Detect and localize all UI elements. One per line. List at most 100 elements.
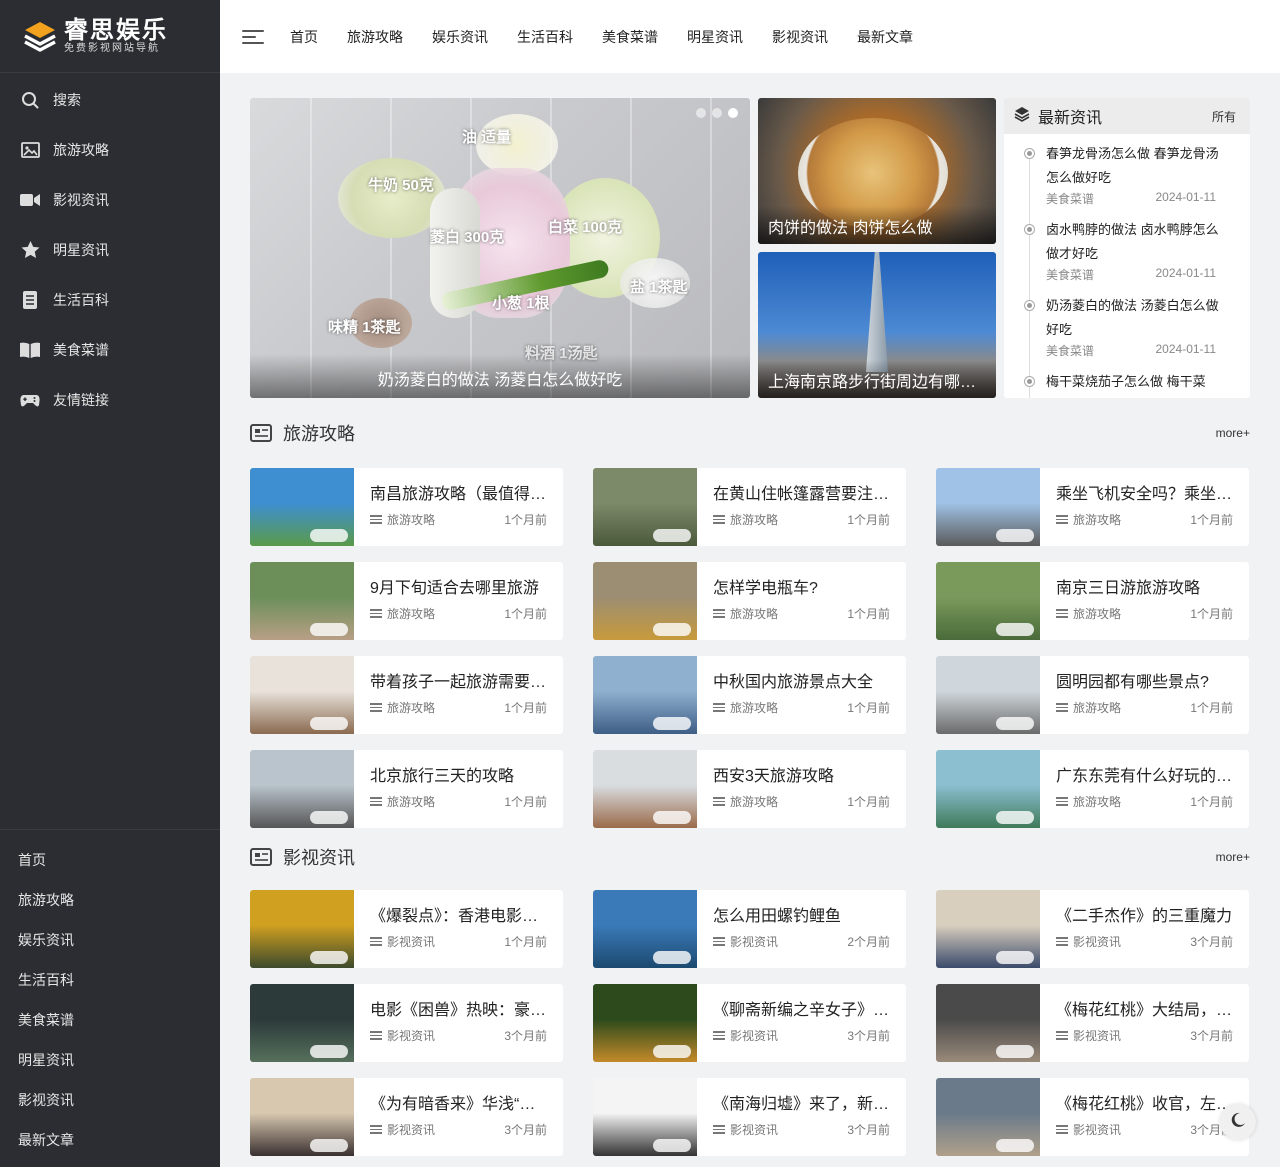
more-link[interactable]: more+ bbox=[1216, 850, 1250, 864]
menu-toggle-icon[interactable] bbox=[242, 26, 264, 48]
list-item[interactable]: 梅干菜烧茄子怎么做 梅干菜 bbox=[1018, 370, 1250, 398]
article-thumbnail[interactable] bbox=[936, 750, 1040, 828]
article-thumbnail[interactable] bbox=[936, 1078, 1040, 1156]
article-card[interactable]: 中秋国内旅游景点大全 旅游攻略 1个月前 bbox=[593, 656, 906, 734]
article-thumbnail[interactable] bbox=[936, 984, 1040, 1062]
article-thumbnail[interactable] bbox=[936, 468, 1040, 546]
feature-card-meat-pie[interactable]: 肉饼的做法 肉饼怎么做 bbox=[758, 98, 996, 244]
article-card[interactable]: 带着孩子一起旅游需要注意什么旅游攻略 1个月前 bbox=[250, 656, 563, 734]
article-card[interactable]: 北京旅行三天的攻略 旅游攻略 1个月前 bbox=[250, 750, 563, 828]
article-title[interactable]: 《爆裂点》：香港电影新作 bbox=[370, 906, 547, 928]
article-title[interactable]: 怎样学电瓶车? bbox=[713, 578, 890, 600]
hero-slider[interactable]: 油 适量 牛奶 50克 菱白 300克 白菜 100克 盐 1茶匙 小葱 1根 … bbox=[250, 98, 750, 398]
nav-life[interactable]: 生活百科 bbox=[517, 27, 573, 47]
bottom-nav-stars[interactable]: 明星资讯 bbox=[0, 1040, 220, 1080]
article-title[interactable]: 《南海归墟》来了，新版口碑 bbox=[713, 1094, 890, 1116]
article-title[interactable]: 乘坐飞机安全吗？乘坐飞机注意事项 bbox=[1056, 484, 1233, 506]
article-card[interactable]: 电影《困兽》热映：豪华阵容影视资讯 3个月前 bbox=[250, 984, 563, 1062]
article-title[interactable]: 南昌旅游攻略（最值得去的景点推荐） bbox=[370, 484, 547, 506]
article-title[interactable]: 9月下旬适合去哪里旅游 bbox=[370, 578, 547, 600]
list-item[interactable]: 春笋龙骨汤怎么做 春笋龙骨汤怎么做好吃 美食菜谱 2024-01-11 bbox=[1018, 142, 1250, 208]
article-card[interactable]: 在黄山住帐篷露营要注意什么旅游攻略 1个月前 bbox=[593, 468, 906, 546]
article-title[interactable]: 广东东莞有什么好玩的地方 bbox=[1056, 766, 1233, 788]
article-thumbnail[interactable] bbox=[250, 890, 354, 968]
article-title[interactable]: 圆明园都有哪些景点? bbox=[1056, 672, 1233, 694]
slider-dot[interactable] bbox=[696, 108, 706, 118]
article-title[interactable]: 《梅花红桃》大结局，揭秘 bbox=[1056, 1000, 1233, 1022]
article-card[interactable]: 南昌旅游攻略（最值得去的景点推荐） 旅游攻略 1个月前 bbox=[250, 468, 563, 546]
bottom-nav-food[interactable]: 美食菜谱 bbox=[0, 1000, 220, 1040]
news-title[interactable]: 卤水鸭脖的做法 卤水鸭脖怎么做才好吃 bbox=[1046, 218, 1226, 266]
article-thumbnail[interactable] bbox=[936, 656, 1040, 734]
article-card[interactable]: 怎样学电瓶车? 旅游攻略 1个月前 bbox=[593, 562, 906, 640]
bottom-nav-latest[interactable]: 最新文章 bbox=[0, 1120, 220, 1160]
article-thumbnail[interactable] bbox=[593, 468, 697, 546]
nav-food[interactable]: 美食菜谱 bbox=[602, 27, 658, 47]
article-title[interactable]: 带着孩子一起旅游需要注意什么 bbox=[370, 672, 547, 694]
sidebar-item-links[interactable]: 友情链接 bbox=[0, 375, 220, 425]
article-card[interactable]: 《梅花红桃》大结局，揭秘 影视资讯 3个月前 bbox=[936, 984, 1249, 1062]
article-thumbnail[interactable] bbox=[250, 1078, 354, 1156]
slider-dot-active[interactable] bbox=[728, 108, 738, 118]
sidebar-item-stars[interactable]: 明星资讯 bbox=[0, 225, 220, 275]
article-card[interactable]: 《聊斋新编之辛女子》定档 影视资讯 3个月前 bbox=[593, 984, 906, 1062]
article-title[interactable]: 《聊斋新编之辛女子》定档 bbox=[713, 1000, 890, 1022]
article-title[interactable]: 怎么用田螺钓鲤鱼 bbox=[713, 906, 890, 928]
article-card[interactable]: 圆明园都有哪些景点? 旅游攻略 1个月前 bbox=[936, 656, 1249, 734]
nav-travel[interactable]: 旅游攻略 bbox=[347, 27, 403, 47]
article-title[interactable]: 中秋国内旅游景点大全 bbox=[713, 672, 890, 694]
article-thumbnail[interactable] bbox=[593, 750, 697, 828]
article-card[interactable]: 南京三日游旅游攻略 旅游攻略 1个月前 bbox=[936, 562, 1249, 640]
article-title[interactable]: 电影《困兽》热映：豪华阵容 bbox=[370, 1000, 547, 1022]
list-item[interactable]: 奶汤菱白的做法 汤菱白怎么做好吃 美食菜谱 2024-01-11 bbox=[1018, 294, 1250, 360]
feature-card-shanghai[interactable]: 上海南京路步行街周边有哪些好玩的地方 bbox=[758, 252, 996, 398]
sidebar-item-film[interactable]: 影视资讯 bbox=[0, 175, 220, 225]
article-card[interactable]: 《二手杰作》的三重魔力 影视资讯 3个月前 bbox=[936, 890, 1249, 968]
article-title[interactable]: 《为有暗香来》华浅“黑化” bbox=[370, 1094, 547, 1116]
nav-home[interactable]: 首页 bbox=[290, 27, 318, 47]
news-title[interactable]: 梅干菜烧茄子怎么做 梅干菜 bbox=[1046, 370, 1226, 394]
article-thumbnail[interactable] bbox=[593, 1078, 697, 1156]
article-card[interactable]: 乘坐飞机安全吗？乘坐飞机注意事项旅游攻略 1个月前 bbox=[936, 468, 1249, 546]
sidebar-item-search[interactable]: 搜索 bbox=[0, 75, 220, 125]
article-thumbnail[interactable] bbox=[250, 984, 354, 1062]
sidebar-item-life[interactable]: 生活百科 bbox=[0, 275, 220, 325]
article-thumbnail[interactable] bbox=[593, 890, 697, 968]
bottom-nav-home[interactable]: 首页 bbox=[0, 840, 220, 880]
news-title[interactable]: 春笋龙骨汤怎么做 春笋龙骨汤怎么做好吃 bbox=[1046, 142, 1226, 190]
bottom-nav-film[interactable]: 影视资讯 bbox=[0, 1080, 220, 1120]
article-title[interactable]: 北京旅行三天的攻略 bbox=[370, 766, 547, 788]
article-card[interactable]: 西安3天旅游攻略 旅游攻略 1个月前 bbox=[593, 750, 906, 828]
logo[interactable]: 睿思娱乐 免费影视网站导航 bbox=[0, 0, 220, 73]
more-link[interactable]: more+ bbox=[1216, 426, 1250, 440]
news-title[interactable]: 奶汤菱白的做法 汤菱白怎么做好吃 bbox=[1046, 294, 1226, 342]
slider-dot[interactable] bbox=[712, 108, 722, 118]
bottom-nav-entertainment[interactable]: 娱乐资讯 bbox=[0, 920, 220, 960]
article-title[interactable]: 南京三日游旅游攻略 bbox=[1056, 578, 1233, 600]
article-title[interactable]: 在黄山住帐篷露营要注意什么 bbox=[713, 484, 890, 506]
article-card[interactable]: 《爆裂点》：香港电影新作 影视资讯 1个月前 bbox=[250, 890, 563, 968]
slider-caption[interactable]: 奶汤菱白的做法 汤菱白怎么做好吃 bbox=[250, 354, 750, 398]
list-item[interactable]: 卤水鸭脖的做法 卤水鸭脖怎么做才好吃 美食菜谱 2024-01-11 bbox=[1018, 218, 1250, 284]
nav-latest[interactable]: 最新文章 bbox=[857, 27, 913, 47]
bottom-nav-travel[interactable]: 旅游攻略 bbox=[0, 880, 220, 920]
article-thumbnail[interactable] bbox=[936, 890, 1040, 968]
nav-film[interactable]: 影视资讯 bbox=[772, 27, 828, 47]
article-card[interactable]: 怎么用田螺钓鲤鱼 影视资讯 2个月前 bbox=[593, 890, 906, 968]
article-thumbnail[interactable] bbox=[593, 656, 697, 734]
article-card[interactable]: 《为有暗香来》华浅“黑化” 影视资讯 3个月前 bbox=[250, 1078, 563, 1156]
article-thumbnail[interactable] bbox=[250, 468, 354, 546]
bottom-nav-life[interactable]: 生活百科 bbox=[0, 960, 220, 1000]
article-title[interactable]: 《二手杰作》的三重魔力 bbox=[1056, 906, 1233, 928]
article-card[interactable]: 《南海归墟》来了，新版口碑影视资讯 3个月前 bbox=[593, 1078, 906, 1156]
article-thumbnail[interactable] bbox=[250, 562, 354, 640]
article-thumbnail[interactable] bbox=[250, 656, 354, 734]
latest-news-all-link[interactable]: 所有 bbox=[1212, 108, 1236, 125]
nav-stars[interactable]: 明星资讯 bbox=[687, 27, 743, 47]
dark-mode-toggle[interactable] bbox=[1220, 1104, 1256, 1140]
article-thumbnail[interactable] bbox=[593, 984, 697, 1062]
sidebar-item-travel[interactable]: 旅游攻略 bbox=[0, 125, 220, 175]
article-card[interactable]: 9月下旬适合去哪里旅游 旅游攻略 1个月前 bbox=[250, 562, 563, 640]
article-card[interactable]: 广东东莞有什么好玩的地方 旅游攻略 1个月前 bbox=[936, 750, 1249, 828]
sidebar-item-food[interactable]: 美食菜谱 bbox=[0, 325, 220, 375]
